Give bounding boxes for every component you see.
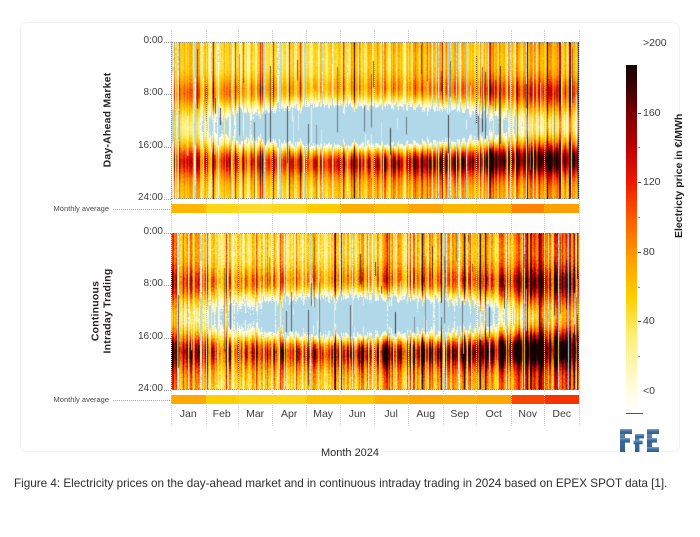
y-tick-leader — [164, 199, 171, 200]
colorbar-tick — [638, 112, 641, 114]
colorbar-gradient — [626, 65, 637, 413]
x-tick-label-dec: Dec — [552, 408, 572, 420]
panel-label-day-ahead-market: Day-Ahead Market — [101, 72, 113, 167]
y-tick-label: 8:00 — [143, 87, 163, 99]
y-tick-leader — [164, 285, 171, 287]
monthly-average-label: Monthly average — [53, 394, 109, 404]
panel-label-continuous-intraday-trading: Continuous Intraday Trading — [89, 268, 113, 353]
month-gridline — [272, 30, 274, 426]
colorbar-tick — [638, 251, 641, 253]
y-tick-leader — [164, 233, 171, 234]
heatmap-panel-day-ahead-market[interactable] — [171, 42, 579, 199]
colorbar-tick-label: >200 — [643, 37, 667, 49]
y-tick-label: 16:00 — [137, 330, 163, 342]
colorbar-title: Electricty price in €/MWh — [673, 113, 685, 238]
y-tick-leader — [164, 42, 171, 43]
colorbar-tick-label: 80 — [643, 245, 655, 258]
month-gridline — [340, 30, 342, 426]
colorbar-minor-tick — [638, 147, 640, 149]
y-tick-label: 0:00 — [143, 226, 163, 237]
monthly-average-bar-day-ahead — [171, 204, 579, 213]
colorbar-baseline — [626, 413, 643, 414]
colorbar-minor-tick — [638, 356, 640, 358]
ffe-logo-icon — [620, 429, 659, 452]
x-axis-title: Month 2024 — [320, 447, 380, 459]
monthly-average-bar-intraday — [171, 395, 579, 404]
month-gridline — [205, 30, 207, 426]
y-tick-label: 0:00 — [143, 35, 163, 46]
figure-caption: Figure 4: Electricity prices on the day-… — [14, 477, 668, 490]
y-tick-label: 16:00 — [137, 139, 163, 151]
y-tick-label: 24:00 — [137, 383, 163, 394]
y-tick-label: 24:00 — [137, 192, 163, 203]
y-tick-label: 8:00 — [143, 278, 163, 290]
monthly-average-leader — [113, 399, 170, 401]
y-tick-leader — [164, 146, 171, 148]
month-gridline — [237, 30, 239, 426]
colorbar-tick-label: <0 — [643, 385, 655, 397]
colorbar-tick — [638, 321, 641, 323]
month-gridline — [443, 30, 444, 426]
monthly-average-leader — [113, 208, 170, 210]
heatmap-panel-continuous-intraday-trading[interactable] — [171, 233, 579, 390]
colorbar-tick-label: 160 — [643, 106, 661, 119]
colorbar-minor-tick — [638, 286, 640, 288]
colorbar-tick-label: 40 — [643, 315, 655, 328]
heatmap-canvas-day-ahead — [171, 42, 579, 199]
y-tick-leader — [164, 390, 171, 391]
y-tick-leader — [164, 337, 171, 339]
month-gridline — [476, 30, 478, 426]
month-gridline — [408, 30, 410, 426]
colorbar-tick — [638, 182, 641, 184]
figure-card: 0:00 8:00 16:00 24:00 Monthly average 0:00 8:0… — [20, 22, 685, 459]
month-gridline — [511, 30, 512, 426]
month-gridline — [544, 30, 546, 426]
y-tick-leader — [164, 94, 171, 96]
month-gridline — [579, 30, 580, 426]
colorbar-minor-tick — [638, 217, 640, 218]
monthly-average-label: Monthly average — [53, 203, 109, 213]
figure-screenshot: 0:00 8:00 16:00 24:00 Monthly average 0:00 8:0… — [0, 0, 700, 537]
colorbar-tick-label: 120 — [643, 176, 661, 189]
month-gridline — [305, 30, 307, 426]
month-gridline — [171, 30, 172, 426]
heatmap-canvas-intraday — [171, 233, 579, 390]
month-gridline — [373, 30, 375, 426]
